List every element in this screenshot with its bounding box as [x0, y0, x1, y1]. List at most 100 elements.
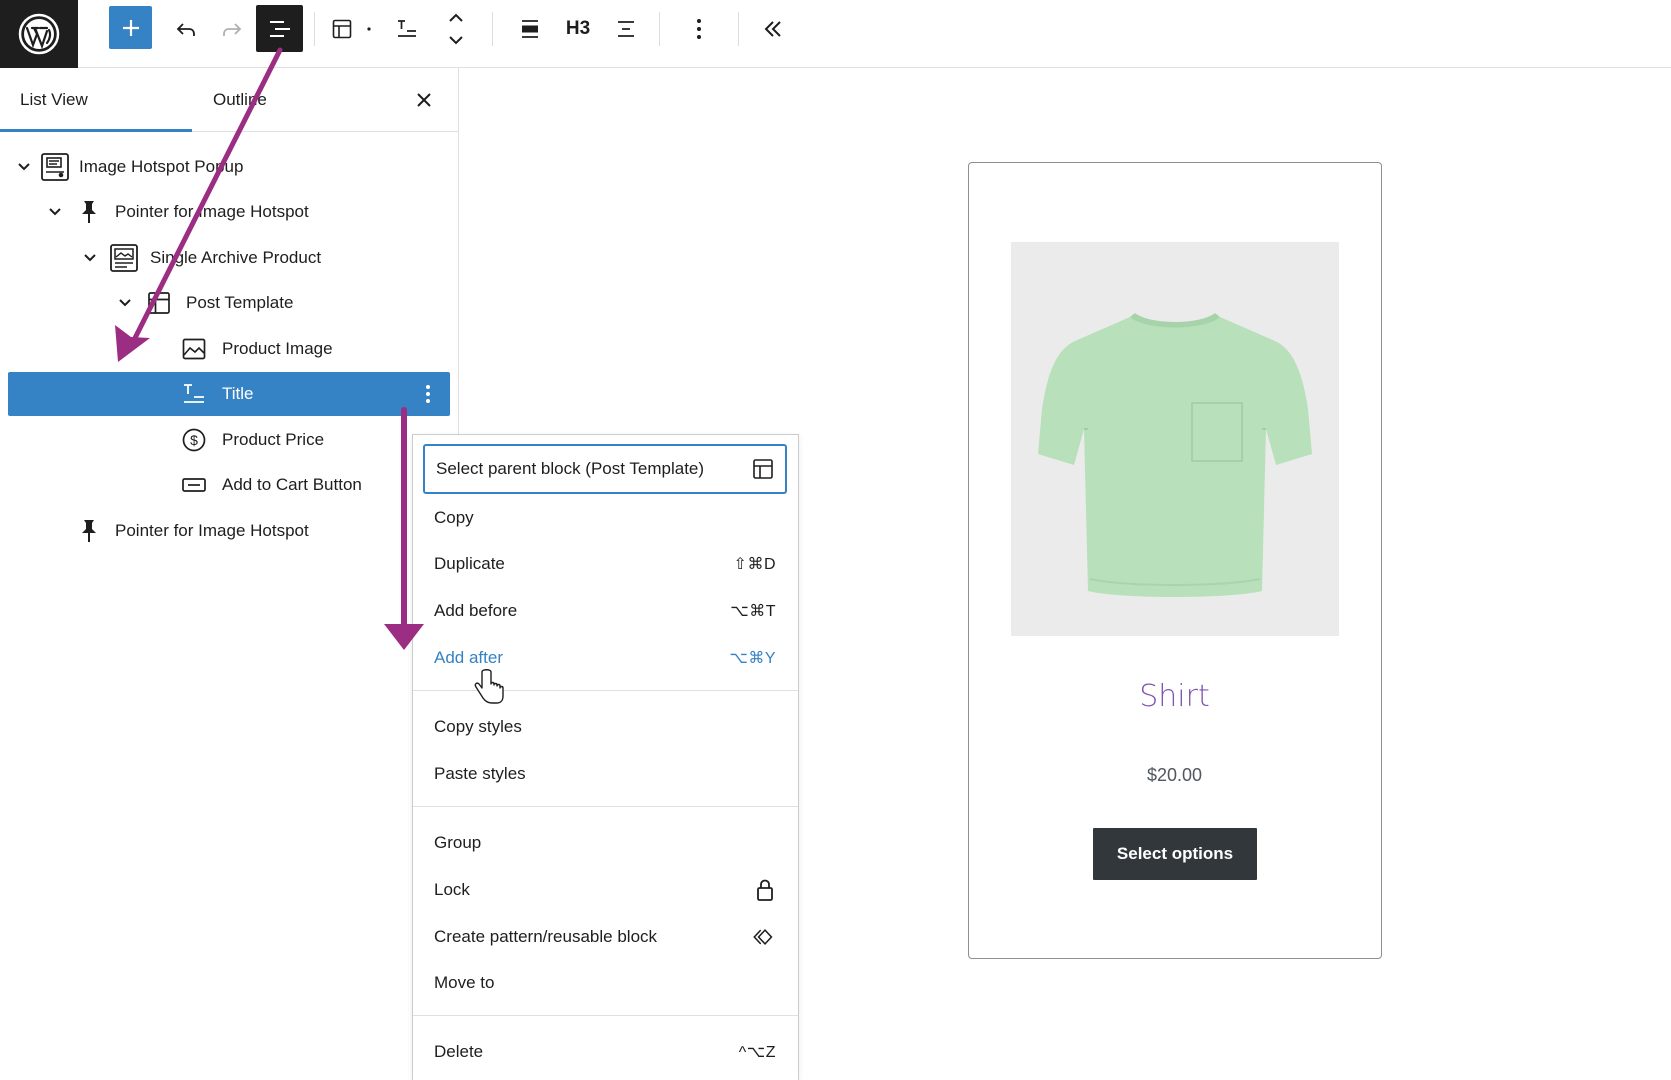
block-options-menu: Select parent block (Post Template) Copy…: [412, 434, 799, 1080]
toolbar-divider: [314, 12, 315, 46]
chevron-up-down-icon: [449, 13, 463, 45]
wordpress-logo-button[interactable]: [0, 0, 78, 68]
list-item[interactable]: Post Template: [8, 281, 450, 325]
list-item[interactable]: Add to Cart Button: [8, 463, 450, 507]
menu-item-label: Group: [434, 833, 482, 852]
svg-text:$: $: [190, 432, 198, 448]
list-item-label: Add to Cart Button: [222, 475, 362, 494]
wordpress-icon: [18, 13, 60, 55]
copy-styles-item[interactable]: Copy styles: [423, 705, 787, 749]
align-wide-icon: [522, 20, 538, 38]
redo-icon: [223, 23, 242, 36]
list-item-selected[interactable]: Title: [8, 372, 450, 416]
toolbar-divider: [738, 12, 739, 46]
product-price: $20.00: [1146, 765, 1203, 785]
menu-item-label: Delete: [434, 1042, 484, 1061]
group-item[interactable]: Group: [423, 821, 787, 865]
list-item-label: Pointer for Image Hotspot: [115, 202, 309, 221]
align-button[interactable]: [510, 5, 550, 53]
product-title[interactable]: Shirt: [969, 679, 1380, 714]
list-item[interactable]: Product Image: [8, 327, 450, 371]
menu-divider: [413, 1015, 798, 1016]
add-before-item[interactable]: Add before ⌥⌘T: [423, 589, 787, 633]
list-view-panel: List View Outline Image Hotspot Popup Po…: [0, 68, 459, 1080]
chevron-down-icon[interactable]: [16, 159, 32, 175]
panel-tabs: List View Outline: [0, 68, 458, 132]
close-panel-button[interactable]: [412, 88, 436, 112]
menu-item-label: Create pattern/reusable block: [434, 927, 658, 946]
menu-item-label: Copy: [434, 508, 474, 527]
layout-icon: [332, 19, 352, 39]
list-item-label: Product Image: [222, 339, 333, 358]
chevron-down-icon[interactable]: [82, 250, 98, 266]
paste-styles-item[interactable]: Paste styles: [423, 752, 787, 796]
archive-product-icon: [109, 243, 139, 273]
select-parent-block-item[interactable]: Select parent block (Post Template): [423, 444, 787, 494]
chevron-down-icon[interactable]: [47, 204, 63, 220]
chevron-down-icon[interactable]: [117, 295, 133, 311]
pin-icon: [74, 516, 104, 546]
align-center-icon: [618, 21, 634, 37]
menu-divider: [413, 806, 798, 807]
image-icon: [179, 334, 209, 364]
copy-item[interactable]: Copy: [423, 496, 787, 540]
move-to-item[interactable]: Move to: [423, 961, 787, 1005]
currency-dollar-icon: $: [179, 425, 209, 455]
list-item-label: Single Archive Product: [150, 248, 322, 267]
lock-icon: [753, 878, 777, 902]
menu-item-label: Lock: [434, 880, 470, 899]
list-item-label: Title: [222, 384, 254, 403]
create-pattern-item[interactable]: Create pattern/reusable block: [423, 915, 787, 959]
list-view-toggle-button[interactable]: [256, 5, 303, 52]
heading-level-button[interactable]: H3: [556, 5, 600, 53]
menu-item-label: Copy styles: [434, 717, 522, 736]
duplicate-item[interactable]: Duplicate ⇧⌘D: [423, 542, 787, 586]
layout-icon: [144, 288, 174, 318]
editor-toolbar: H3: [0, 0, 1671, 68]
layout-icon: [751, 457, 775, 481]
product-card: Shirt $20.00 Select options: [968, 162, 1382, 959]
list-item[interactable]: Image Hotspot Popup: [8, 145, 450, 189]
undo-button[interactable]: [166, 5, 206, 53]
parent-block-button[interactable]: [322, 5, 362, 53]
list-item-label: Pointer for Image Hotspot: [115, 521, 309, 540]
add-block-button[interactable]: [109, 6, 152, 49]
delete-item[interactable]: Delete ^⌥Z: [423, 1030, 787, 1074]
undo-icon: [176, 23, 195, 36]
menu-item-label: Move to: [434, 973, 495, 992]
shortcut-label: ^⌥Z: [738, 1044, 776, 1061]
menu-item-label: Add before: [434, 601, 518, 620]
menu-item-label: Paste styles: [434, 764, 526, 783]
move-block-button[interactable]: [436, 5, 476, 53]
list-item[interactable]: $ Product Price: [8, 418, 450, 462]
product-image[interactable]: [1011, 242, 1339, 636]
list-item-label: Post Template: [186, 293, 294, 312]
lock-item[interactable]: Lock: [423, 868, 787, 912]
plus-icon: [122, 19, 139, 36]
tab-outline[interactable]: Outline: [213, 68, 267, 132]
shortcut-label: ⌥⌘Y: [729, 650, 776, 667]
tab-list-view[interactable]: List View: [0, 68, 192, 132]
block-type-button[interactable]: [387, 5, 427, 53]
menu-item-label: Select parent block (Post Template): [436, 459, 705, 478]
image-hotspot-popup-icon: [40, 152, 70, 182]
list-item[interactable]: Pointer for Image Hotspot: [8, 190, 450, 234]
list-item-label: Product Price: [222, 430, 325, 449]
pattern-icon: [753, 925, 777, 949]
redo-button[interactable]: [212, 5, 252, 53]
title-icon: [179, 379, 209, 409]
add-after-item[interactable]: Add after ⌥⌘Y: [423, 636, 787, 680]
list-item[interactable]: Pointer for Image Hotspot: [8, 509, 450, 553]
toolbar-divider: [492, 12, 493, 46]
block-options-button[interactable]: [679, 5, 719, 53]
collapse-toolbar-button[interactable]: [753, 5, 793, 53]
chevron-double-left-icon: [764, 21, 781, 37]
select-options-button[interactable]: Select options: [1093, 828, 1257, 880]
title-icon: [398, 20, 416, 37]
text-align-button[interactable]: [606, 5, 646, 53]
button-icon: [179, 470, 209, 500]
block-options-icon[interactable]: [416, 382, 440, 406]
list-item[interactable]: Single Archive Product: [8, 236, 450, 280]
menu-item-label: Add after: [434, 648, 503, 667]
menu-item-label: Duplicate: [434, 554, 505, 573]
